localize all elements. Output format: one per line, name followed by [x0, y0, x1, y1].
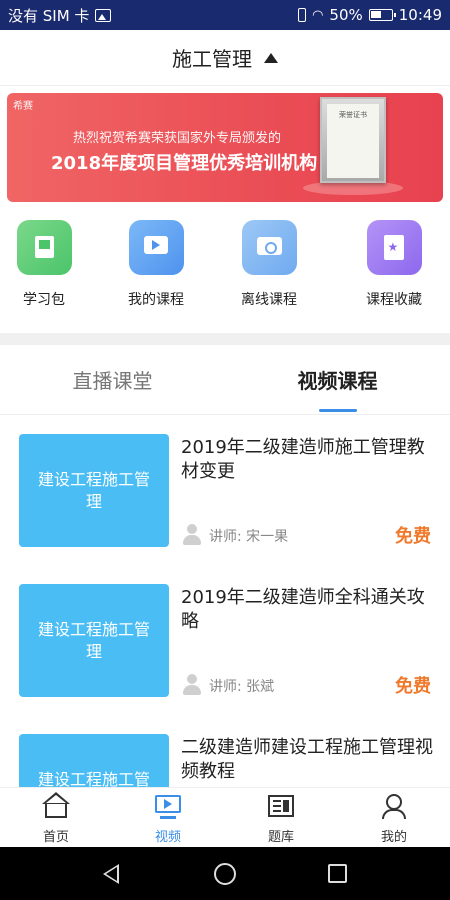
course-price: 免费	[395, 526, 431, 547]
quick-nav-label: 我的课程	[128, 292, 184, 308]
course-price: 免费	[395, 676, 431, 697]
course-teacher: 讲师: 张斌	[209, 679, 275, 695]
nav-label: 视频	[154, 830, 181, 845]
award-plaque-image: 荣誉证书	[320, 97, 386, 183]
bottom-nav: 首页 视频 题库 我的	[0, 787, 450, 847]
battery-icon	[368, 9, 396, 21]
nav-question-bank[interactable]: 题库	[225, 792, 337, 845]
quick-nav-offline-courses[interactable]: 离线课程	[229, 220, 309, 309]
battery-percent: 50%	[329, 6, 363, 24]
clock: 10:49	[398, 6, 442, 24]
status-right: ◠ 50% 10:49	[298, 6, 442, 24]
video-course-icon	[128, 220, 184, 275]
wifi-icon: ◠	[312, 7, 324, 23]
tab-live[interactable]: 直播课堂	[0, 365, 225, 394]
course-thumbnail[interactable]: 建设工程施工管理	[19, 584, 169, 697]
caret-up-icon	[264, 52, 278, 63]
banner-headline: 2018年度项目管理优秀培训机构	[51, 153, 318, 174]
course-title[interactable]: 2019年二级建造师施工管理教材变更	[181, 436, 436, 485]
teacher-avatar-icon	[181, 523, 203, 545]
nav-label: 首页	[42, 830, 69, 845]
nav-label: 题库	[267, 830, 294, 845]
promo-banner[interactable]: 希赛 热烈祝贺希赛荣获国家外专局颁发的 2018年度项目管理优秀培训机构 荣誉证…	[7, 93, 443, 202]
image-notification-icon	[95, 8, 112, 22]
carrier-text: 没有 SIM 卡	[8, 6, 90, 25]
home-icon	[42, 792, 70, 820]
list-item[interactable]: 建设工程施工管理 2019年二级建造师全科通关攻略 讲师: 张斌 免费	[0, 565, 450, 715]
course-thumbnail[interactable]: 建设工程施工管理	[19, 734, 169, 787]
vibrate-icon	[298, 8, 307, 22]
question-bank-icon	[267, 792, 295, 820]
list-item[interactable]: 建设工程施工管理 2019年二级建造师施工管理教材变更 讲师: 宋一果 免费	[0, 415, 450, 565]
book-icon	[16, 220, 72, 275]
banner-subtitle: 热烈祝贺希赛荣获国家外专局颁发的	[73, 131, 282, 146]
system-nav-bar	[0, 847, 450, 900]
video-icon	[154, 792, 182, 820]
plaque-title: 荣誉证书	[327, 104, 379, 178]
course-title[interactable]: 2019年二级建造师全科通关攻略	[181, 586, 436, 635]
quick-nav: 学习包 我的课程 离线课程 课程收藏	[0, 220, 450, 320]
status-bar: 没有 SIM 卡 ◠ 50% 10:49	[0, 0, 450, 30]
plaque-stand	[303, 181, 403, 195]
quick-nav-my-courses[interactable]: 我的课程	[116, 220, 196, 309]
course-title[interactable]: 二级建造师建设工程施工管理视频教程	[181, 736, 436, 785]
quick-nav-label: 课程收藏	[366, 292, 422, 308]
tab-video[interactable]: 视频课程	[225, 365, 450, 394]
teacher-avatar-icon	[181, 673, 203, 695]
profile-icon	[380, 792, 408, 820]
course-teacher: 讲师: 宋一果	[209, 529, 289, 545]
page-title: 施工管理	[172, 47, 252, 71]
nav-label: 我的	[380, 830, 407, 845]
course-list[interactable]: 建设工程施工管理 2019年二级建造师施工管理教材变更 讲师: 宋一果 免费 建…	[0, 415, 450, 787]
list-item[interactable]: 建设工程施工管理 二级建造师建设工程施工管理视频教程	[0, 715, 450, 787]
back-icon[interactable]	[103, 864, 119, 884]
home-circle-icon[interactable]	[214, 863, 236, 885]
quick-nav-study-pack[interactable]: 学习包	[4, 220, 84, 309]
subject-selector[interactable]: 施工管理	[0, 30, 450, 86]
course-tabs: 直播课堂 视频课程	[0, 345, 450, 415]
recent-apps-icon[interactable]	[328, 864, 347, 883]
banner-brand: 希赛	[13, 101, 33, 112]
quick-nav-favorites[interactable]: 课程收藏	[354, 220, 434, 309]
quick-nav-label: 离线课程	[241, 292, 297, 308]
nav-home[interactable]: 首页	[0, 792, 112, 845]
favorite-icon	[366, 220, 422, 275]
offline-icon	[241, 220, 297, 275]
status-left: 没有 SIM 卡	[8, 5, 112, 26]
nav-video[interactable]: 视频	[112, 792, 224, 845]
section-divider	[0, 333, 450, 345]
quick-nav-label: 学习包	[23, 292, 65, 308]
course-thumbnail[interactable]: 建设工程施工管理	[19, 434, 169, 547]
active-tab-indicator	[319, 409, 357, 412]
nav-profile[interactable]: 我的	[338, 792, 450, 845]
